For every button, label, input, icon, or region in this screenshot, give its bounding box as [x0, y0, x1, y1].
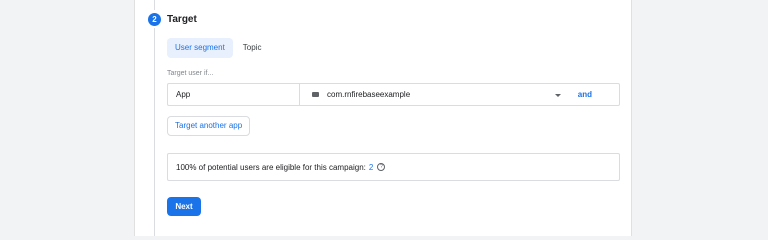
eligibility-text: 100% of potential users are eligible for…	[176, 162, 366, 172]
app-icon	[312, 92, 319, 97]
step-title[interactable]: Target	[167, 13, 197, 26]
tab-topic[interactable]: Topic	[235, 38, 270, 58]
tab-user-segment[interactable]: User segment	[167, 38, 233, 58]
condition-value-select[interactable]: com.rnfirebaseexample and	[300, 84, 619, 105]
step-number-icon: 2	[148, 13, 161, 26]
eligibility-summary: 100% of potential users are eligible for…	[167, 153, 620, 181]
target-tabs: User segment Topic	[167, 38, 269, 58]
target-another-app-button[interactable]: Target another app	[167, 116, 251, 136]
eligible-count-link[interactable]: 2	[369, 163, 373, 172]
and-button[interactable]: and	[578, 90, 592, 99]
condition-field-select[interactable]: App	[168, 84, 300, 105]
step-connector	[154, 28, 155, 236]
condition-field-label: App	[176, 90, 191, 99]
step-connector-top	[154, 0, 155, 10]
campaign-card: 2 Target User segment Topic Target user …	[134, 0, 632, 236]
target-section-label: Target user if...	[167, 70, 214, 77]
condition-value-label: com.rnfirebaseexample	[327, 90, 411, 99]
target-condition-row: App com.rnfirebaseexample and	[167, 83, 620, 106]
chevron-down-icon[interactable]	[555, 94, 561, 97]
help-circle-icon[interactable]: ?	[377, 163, 386, 171]
next-button[interactable]: Next	[167, 197, 201, 216]
